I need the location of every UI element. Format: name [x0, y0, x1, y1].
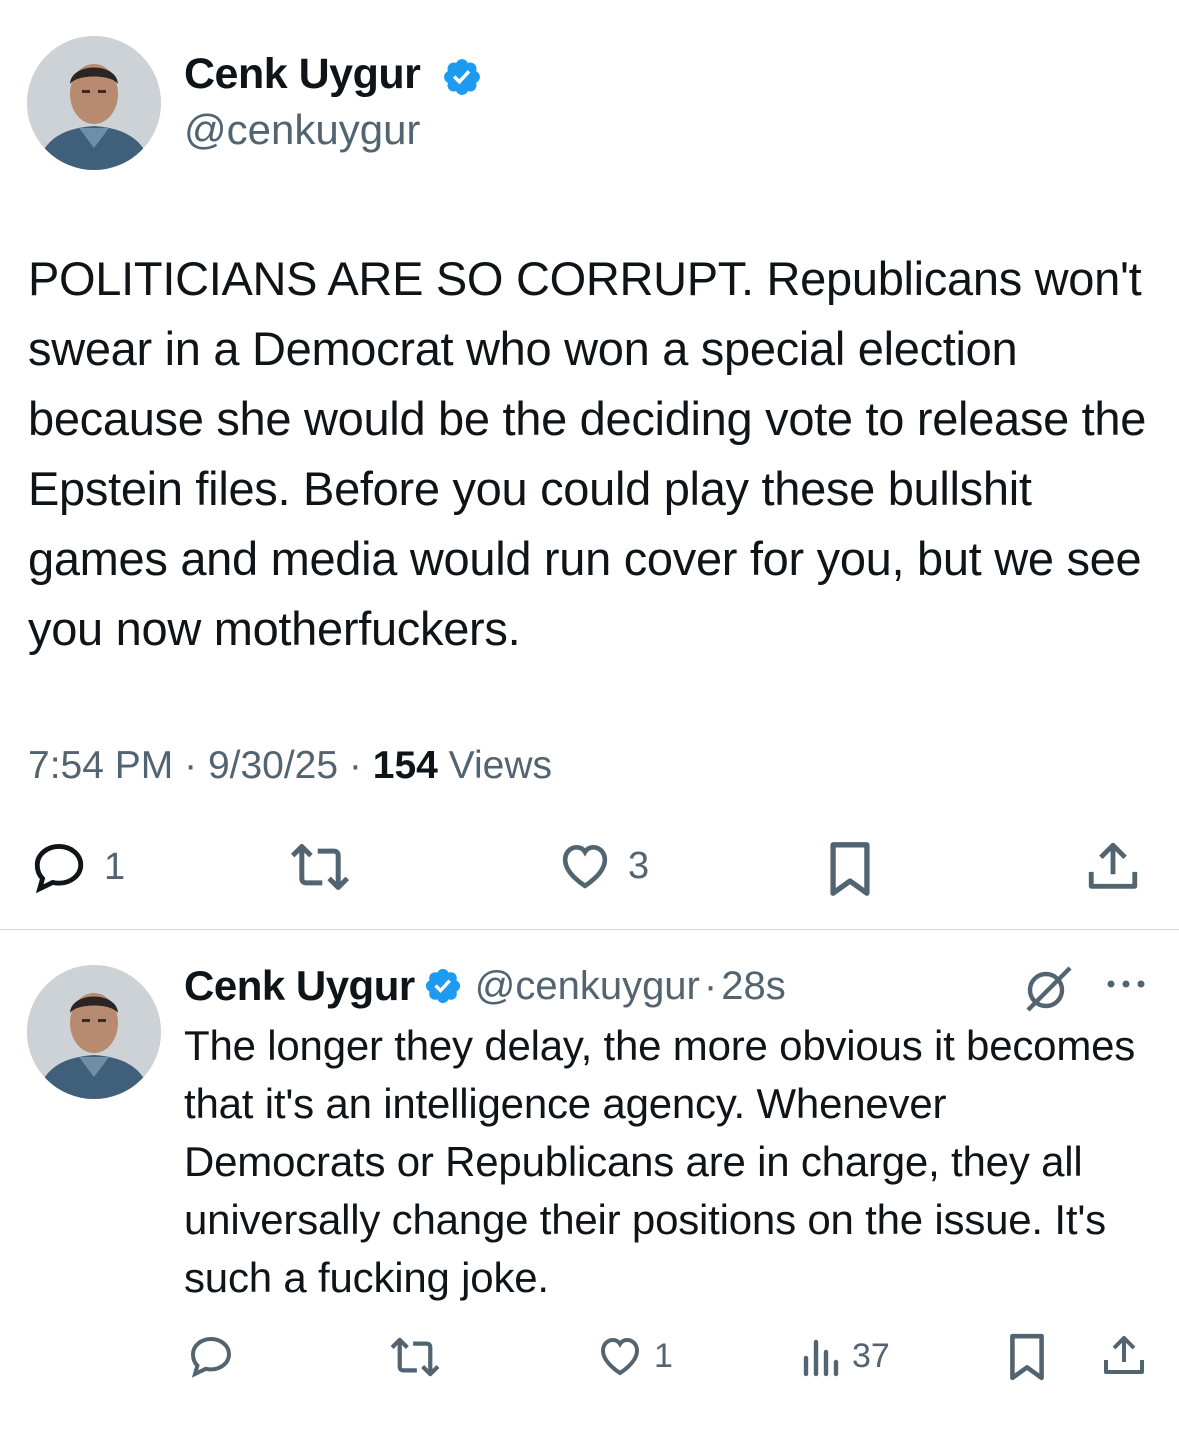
- reply-author-name[interactable]: Cenk Uygur: [184, 962, 415, 1010]
- reply-avatar[interactable]: [27, 965, 161, 1099]
- reply-retweet-button[interactable]: [387, 1336, 443, 1378]
- verified-badge-icon: [441, 56, 483, 103]
- grok-button[interactable]: [1022, 964, 1074, 1017]
- bookmark-icon: [830, 842, 870, 896]
- like-button[interactable]: 3: [556, 838, 649, 894]
- views-label: Views: [448, 744, 552, 787]
- reply-bookmark-button[interactable]: [1004, 1332, 1050, 1382]
- verified-badge-icon: [425, 968, 460, 1004]
- retweet-button[interactable]: [287, 842, 353, 892]
- avatar-photo: [27, 36, 161, 170]
- meta-separator: ·: [184, 744, 198, 787]
- retweet-icon: [390, 1337, 440, 1377]
- retweet-icon: [290, 844, 350, 890]
- tweet-meta: 7:54 PM · 9/30/25 · 154 Views: [28, 744, 552, 788]
- like-icon: [600, 1337, 640, 1376]
- reply-age[interactable]: 28s: [721, 964, 786, 1009]
- reply-button[interactable]: 1: [28, 838, 125, 896]
- views-count: 154: [372, 744, 438, 787]
- more-icon: [1107, 980, 1145, 988]
- reply-author-handle[interactable]: @cenkuygur: [475, 964, 700, 1009]
- share-icon: [1088, 842, 1138, 889]
- divider: [0, 929, 1179, 930]
- reply-views-button[interactable]: 37: [802, 1334, 890, 1378]
- reply-like-count: 1: [654, 1336, 673, 1375]
- like-count: 3: [628, 844, 650, 887]
- reply-text: The longer they delay, the more obvious …: [184, 1022, 1136, 1301]
- avatar[interactable]: [27, 36, 161, 170]
- author-handle[interactable]: @cenkuygur: [184, 106, 420, 154]
- reply-icon: [190, 1336, 232, 1378]
- reply-icon: [34, 844, 84, 894]
- tweet-date[interactable]: 9/30/25: [208, 744, 338, 787]
- like-icon: [562, 844, 608, 889]
- reply-header: Cenk Uygur @cenkuygur · 28s: [184, 962, 786, 1010]
- grok-icon: [1026, 966, 1072, 1012]
- views-icon: [803, 1339, 839, 1377]
- share-button[interactable]: [1084, 838, 1142, 896]
- reply-share-button[interactable]: [1100, 1331, 1148, 1381]
- reply-reply-button[interactable]: [186, 1332, 236, 1380]
- meta-separator: ·: [703, 963, 718, 1008]
- bookmark-button[interactable]: [823, 840, 877, 898]
- bookmark-icon: [1010, 1333, 1044, 1381]
- more-button[interactable]: [1103, 972, 1149, 1001]
- meta-separator: ·: [348, 744, 362, 787]
- avatar-photo: [27, 965, 161, 1099]
- tweet-text: POLITICIANS ARE SO CORRUPT. Republicans …: [28, 252, 1147, 655]
- reply-views-count: 37: [852, 1336, 890, 1375]
- reply-like-button[interactable]: 1: [596, 1332, 673, 1380]
- reply-count: 1: [104, 845, 126, 888]
- tweet-time[interactable]: 7:54 PM: [28, 744, 173, 787]
- author-name[interactable]: Cenk Uygur: [184, 50, 421, 99]
- share-icon: [1104, 1336, 1144, 1374]
